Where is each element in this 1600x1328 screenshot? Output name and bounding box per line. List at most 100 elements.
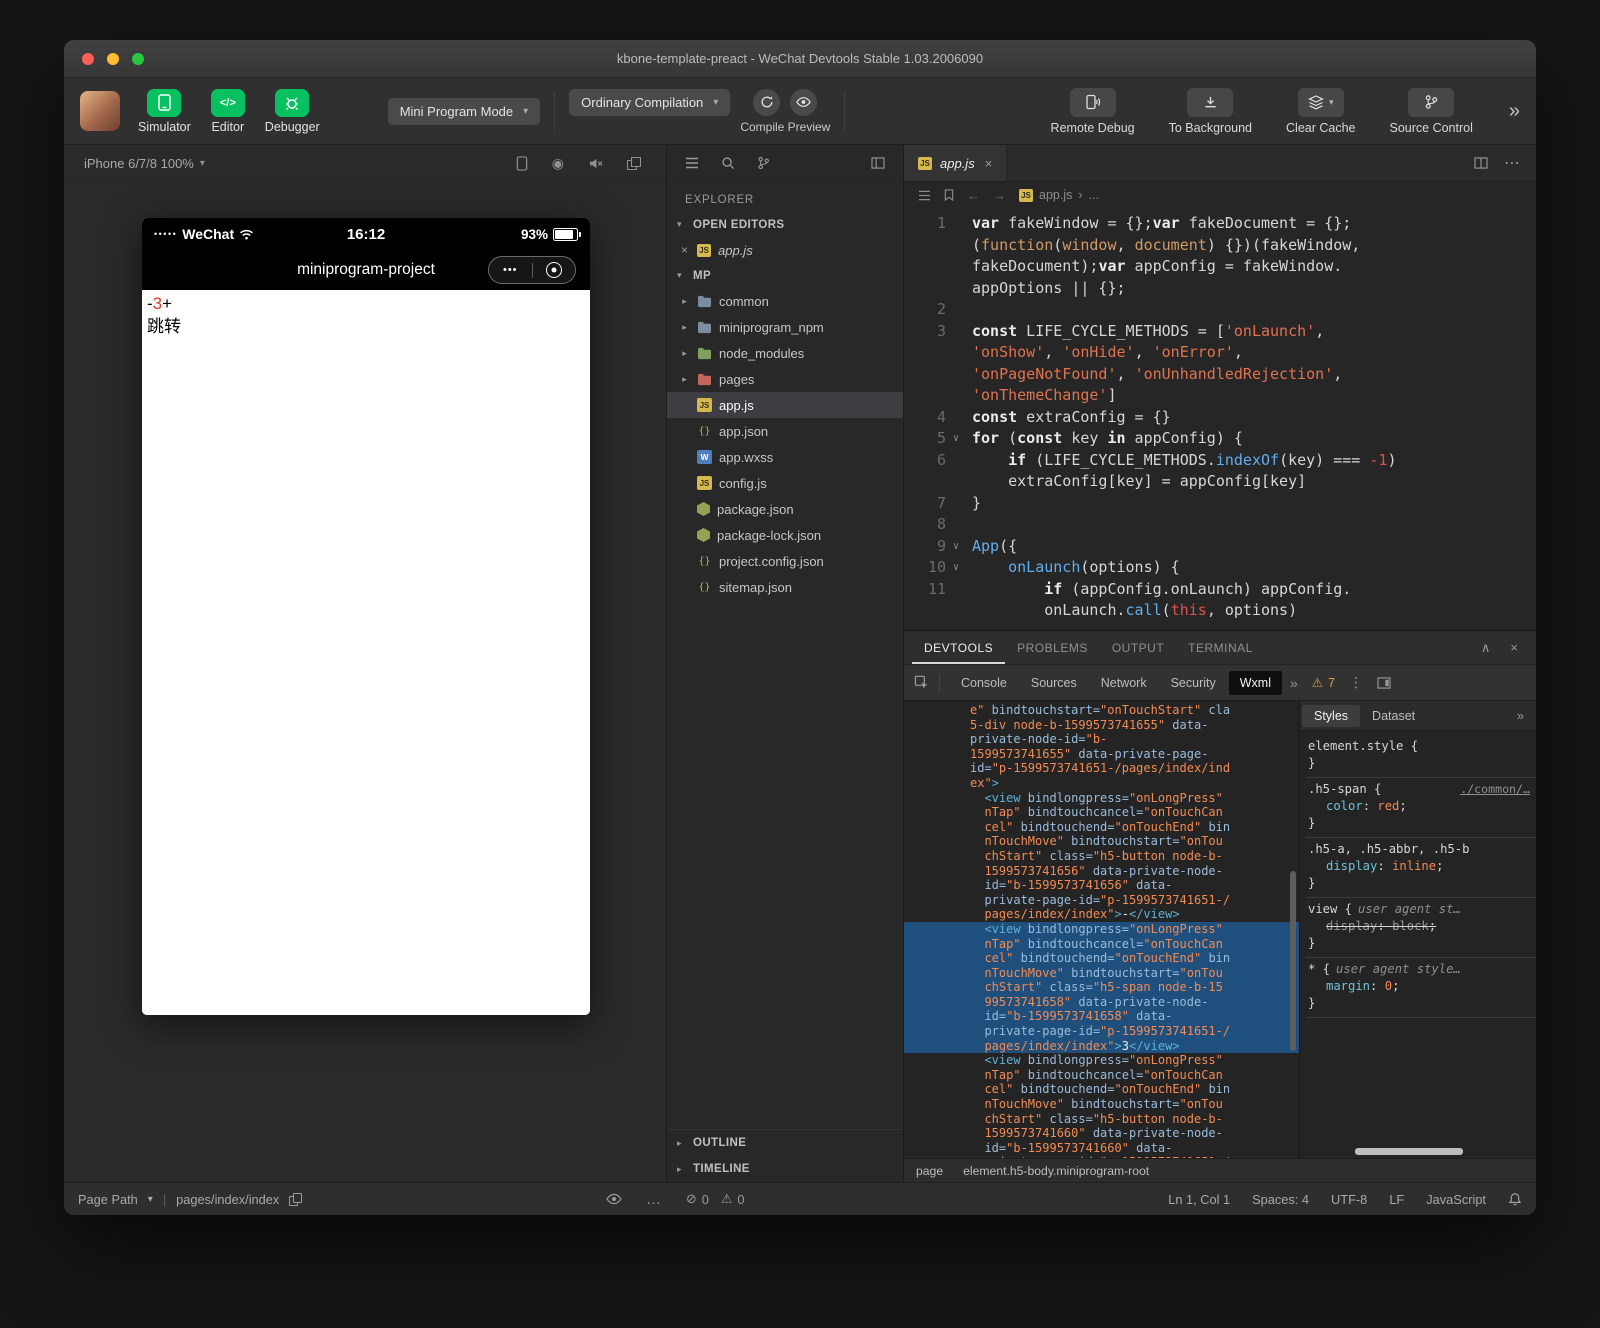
outline-list-icon[interactable] [918,190,931,201]
eol-sequence[interactable]: LF [1389,1192,1404,1207]
devtools-tab-problems[interactable]: PROBLEMS [1005,631,1100,664]
tree-folder-pages[interactable]: ▸pages [667,366,903,392]
capsule-close-icon[interactable] [533,262,576,278]
css-property[interactable]: display: inline; [1308,858,1530,875]
project-section[interactable]: ▾ MP [667,263,903,288]
tree-folder-node_modules[interactable]: ▸node_modules [667,340,903,366]
inspect-element-icon[interactable] [914,675,929,690]
nav-back-icon[interactable]: ← [967,188,980,203]
inspector-tab-security[interactable]: Security [1160,671,1227,695]
inspector-tab-sources[interactable]: Sources [1020,671,1088,695]
wxml-node-line[interactable]: e" bindtouchstart="onTouchStart" cla [904,703,1299,718]
nav-forward-icon[interactable]: → [993,188,1006,203]
css-property[interactable]: margin: 0; [1308,978,1530,995]
open-editor-item-appjs[interactable]: × JS app.js [667,237,903,263]
tree-file-app.json[interactable]: {}app.json [667,418,903,444]
collapse-panel-icon[interactable] [871,157,885,169]
mute-icon[interactable] [588,157,603,170]
wxml-node-selected[interactable]: nTap" bindtouchcancel="onTouchCan [904,937,1299,952]
cursor-position[interactable]: Ln 1, Col 1 [1168,1192,1230,1207]
dock-side-icon[interactable] [1377,677,1391,689]
wxml-node-selected[interactable]: nTouchMove" bindtouchstart="onTou [904,966,1299,981]
record-icon[interactable]: ◉ [552,155,564,172]
devtools-tab-devtools[interactable]: DEVTOOLS [912,631,1005,664]
copy-path-icon[interactable] [289,1193,301,1206]
wxml-node-line[interactable]: chStart" class="h5-button node-b- [904,1112,1299,1127]
jump-link[interactable]: 跳转 [147,316,585,339]
tree-file-config.js[interactable]: JSconfig.js [667,470,903,496]
plus-button[interactable]: + [162,294,172,313]
open-editors-section[interactable]: ▾ OPEN EDITORS [667,212,903,237]
wxml-node-line[interactable]: cel" bindtouchend="onTouchEnd" bin [904,1082,1299,1097]
compilation-dropdown[interactable]: Ordinary Compilation ▾ [569,89,730,116]
remote-debug-button[interactable]: Remote Debug [1051,88,1135,135]
warning-counter[interactable]: ⚠ 7 [1312,675,1335,690]
encoding[interactable]: UTF-8 [1331,1192,1367,1207]
css-property[interactable]: display: block; [1308,918,1530,935]
wxml-node-line[interactable]: <view bindlongpress="onLongPress" [904,1053,1299,1068]
breadcrumb-page[interactable]: page [916,1164,943,1178]
wxml-tree[interactable]: e" bindtouchstart="onTouchStart" cla5-di… [904,701,1299,1158]
wxml-node-selected[interactable]: private-page-id="p-1599573741651-/ [904,1024,1299,1039]
wxml-node-selected[interactable]: pages/index/index">3</view> [904,1039,1299,1054]
wxml-node-line[interactable]: private-page-id="p-1599573741651-/ [904,1155,1299,1158]
more-dots-icon[interactable]: ••• [489,264,532,276]
inspector-tab-console[interactable]: Console [950,671,1018,695]
styles-tab-dataset[interactable]: Dataset [1360,705,1427,727]
wxml-node-selected[interactable]: chStart" class="h5-span node-b-15 [904,980,1299,995]
timeline-section[interactable]: ▸ TIMELINE [667,1156,903,1182]
problems-counts[interactable]: ⊘ 0 ⚠ 0 [686,1183,744,1215]
inspector-tab-network[interactable]: Network [1090,671,1158,695]
styles-tab-styles[interactable]: Styles [1302,705,1360,727]
page-path-selector[interactable]: Page Path [78,1192,138,1207]
outline-section[interactable]: ▸ OUTLINE [667,1130,903,1156]
bookmark-icon[interactable] [944,189,954,201]
close-devtools-icon[interactable]: × [1510,640,1518,655]
language-mode[interactable]: JavaScript [1426,1192,1486,1207]
statusbar-more-icon[interactable]: … [646,1183,661,1215]
wxml-node-line[interactable]: 1599573741656" data-private-node- [904,864,1299,879]
tree-file-project.config.json[interactable]: {}project.config.json [667,548,903,574]
wxml-node-line[interactable]: nTap" bindtouchcancel="onTouchCan [904,1068,1299,1083]
tree-folder-common[interactable]: ▸common [667,288,903,314]
toolbar-overflow-button[interactable]: » [1509,100,1520,123]
wxml-node-selected[interactable]: <view bindlongpress="onLongPress" [904,922,1299,937]
clear-cache-button[interactable]: ▾ Clear Cache [1286,88,1355,135]
simulator-button[interactable]: Simulator [138,89,191,134]
tree-file-package.json[interactable]: package.json [667,496,903,522]
avatar[interactable] [80,91,120,131]
close-tab-icon[interactable]: × [985,156,993,171]
tree-folder-miniprogram_npm[interactable]: ▸miniprogram_npm [667,314,903,340]
wxml-node-line[interactable]: pages/index/index">-</view> [904,907,1299,922]
fold-icon[interactable]: ∨ [946,536,966,558]
bell-icon[interactable] [1508,1192,1522,1207]
devtools-tab-terminal[interactable]: TERMINAL [1176,631,1265,664]
wxml-scrollbar[interactable] [1290,871,1296,1051]
debugger-button[interactable]: Debugger [265,89,320,134]
stylesheet-link[interactable]: ./common/… [1460,781,1530,798]
tree-file-sitemap.json[interactable]: {}sitemap.json [667,574,903,600]
wxml-node-line[interactable]: private-page-id="p-1599573741651-/ [904,893,1299,908]
source-control-button[interactable]: Source Control [1390,88,1473,135]
capsule-menu[interactable]: ••• [488,256,576,284]
code-editor[interactable]: 1var fakeWindow = {};var fakeDocument = … [904,208,1536,630]
wxml-node-selected[interactable]: id="b-1599573741658" data- [904,1009,1299,1024]
toggle-visibility-icon[interactable] [606,1183,622,1215]
device-selector[interactable]: iPhone 6/7/8 100% [84,156,194,171]
wxml-node-line[interactable]: chStart" class="h5-button node-b- [904,849,1299,864]
devtools-menu-icon[interactable]: ⋮ [1349,674,1363,691]
fold-icon[interactable]: ∨ [946,428,966,450]
tab-overflow-icon[interactable]: » [1284,675,1304,691]
to-background-button[interactable]: To Background [1169,88,1252,135]
wxml-node-line[interactable]: nTouchMove" bindtouchstart="onTou [904,834,1299,849]
editor-button[interactable]: </> Editor [211,89,245,134]
more-actions-icon[interactable]: ⋯ [1504,153,1520,173]
styles-horizontal-scrollbar[interactable] [1355,1148,1463,1155]
wxml-node-line[interactable]: <view bindlongpress="onLongPress" [904,791,1299,806]
fold-icon[interactable]: ∨ [946,557,966,579]
tab-appjs[interactable]: JS app.js × [904,145,1007,181]
file-list-icon[interactable] [685,157,699,169]
wxml-node-selected[interactable]: 99573741658" data-private-node- [904,995,1299,1010]
minimize-window-button[interactable] [107,53,119,65]
breadcrumb[interactable]: JS app.js › ... [1019,188,1099,202]
